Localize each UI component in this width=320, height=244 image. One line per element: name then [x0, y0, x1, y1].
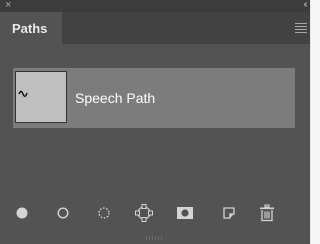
fill-path-icon[interactable]	[11, 202, 33, 224]
panel-title-strip: × ‹‹	[0, 0, 310, 12]
paths-panel: × ‹‹ Paths Speech Path	[0, 0, 310, 244]
collapse-icon[interactable]: ‹‹	[303, 0, 307, 11]
path-name-label: Speech Path	[75, 90, 156, 106]
window-edge	[310, 0, 311, 244]
delete-path-icon[interactable]	[256, 202, 278, 224]
stroke-path-icon[interactable]	[52, 202, 74, 224]
tab-paths[interactable]: Paths	[0, 12, 62, 44]
path-thumbnail-icon	[18, 90, 28, 97]
new-path-icon[interactable]	[218, 202, 240, 224]
load-as-selection-icon[interactable]	[93, 202, 115, 224]
path-row-speech-path[interactable]: Speech Path	[13, 68, 295, 128]
make-work-path-icon[interactable]	[133, 202, 155, 224]
paths-toolbar	[0, 194, 310, 234]
paths-list: Speech Path	[0, 44, 310, 194]
add-mask-icon[interactable]	[174, 202, 196, 224]
tab-bar: Paths	[0, 12, 310, 44]
resize-grip[interactable]	[146, 236, 164, 240]
panel-menu-icon[interactable]	[295, 23, 307, 33]
path-thumbnail	[15, 71, 67, 123]
close-icon[interactable]: ×	[5, 0, 11, 11]
